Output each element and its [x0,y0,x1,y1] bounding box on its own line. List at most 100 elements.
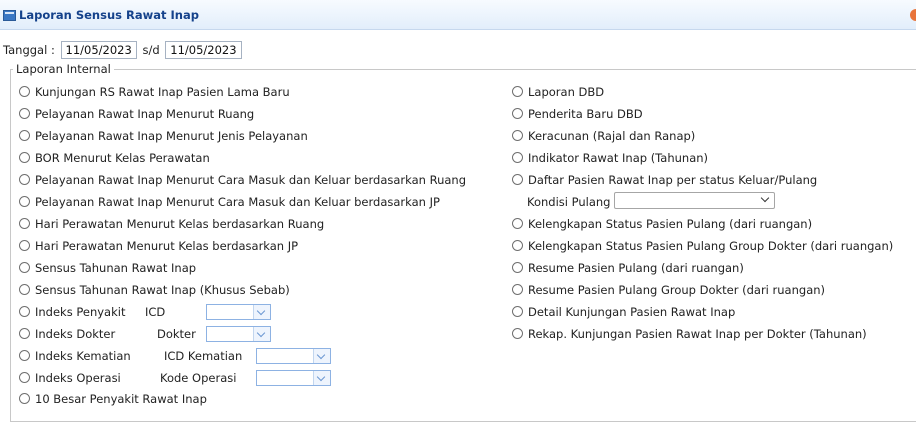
radio-button[interactable] [512,152,523,163]
kode-operasi-label: Kode Operasi [160,371,237,385]
report-label: Resume Pasien Pulang Group Dokter (dari … [528,283,826,297]
report-option[interactable]: Sensus Tahunan Rawat Inap (Khusus Sebab) [19,281,290,299]
radio-button[interactable] [19,152,30,163]
date-to-input[interactable]: 11/05/2023 [165,41,242,59]
report-option[interactable]: Pelayanan Rawat Inap Menurut Cara Masuk … [19,193,440,211]
report-label: Detail Kunjungan Pasien Rawat Inap [528,305,736,319]
report-option[interactable]: Rekap. Kunjungan Pasien Rawat Inap per D… [512,325,867,343]
report-label: Laporan DBD [528,85,605,99]
radio-button[interactable] [512,218,523,229]
indeks-kematian-option[interactable]: Indeks Kematian ICD Kematian [19,347,331,365]
radio-button[interactable] [19,306,30,317]
report-option[interactable]: Indikator Rawat Inap (Tahunan) [512,149,708,167]
report-label: Kunjungan RS Rawat Inap Pasien Lama Baru [35,85,290,99]
window-titlebar: Laporan Sensus Rawat Inap [0,0,916,30]
radio-button[interactable] [512,86,523,97]
indeks-dokter-option[interactable]: Indeks Dokter Dokter [19,325,271,343]
report-option[interactable]: Penderita Baru DBD [512,105,643,123]
date-filter-row: Tanggal : 11/05/2023 s/d 11/05/2023 [3,41,244,59]
report-option[interactable]: Resume Pasien Pulang (dari ruangan) [512,259,744,277]
report-option[interactable]: Hari Perawatan Menurut Kelas berdasarkan… [19,215,324,233]
chevron-down-icon [313,349,330,363]
radio-button[interactable] [19,328,30,339]
report-option[interactable]: Hari Perawatan Menurut Kelas berdasarkan… [19,237,298,255]
report-option[interactable]: 10 Besar Penyakit Rawat Inap [19,390,207,408]
kode-operasi-select[interactable] [256,370,331,386]
report-option[interactable]: Pelayanan Rawat Inap Menurut Cara Masuk … [19,171,466,189]
indeks-operasi-label: Indeks Operasi [35,371,121,385]
report-label: Keracunan (Rajal dan Ranap) [528,129,696,143]
radio-button[interactable] [19,284,30,295]
report-label: Kelengkapan Status Pasien Pulang (dari r… [528,217,813,231]
icd-select[interactable] [206,304,271,320]
report-label: Hari Perawatan Menurut Kelas berdasarkan… [35,217,325,231]
report-option[interactable]: Pelayanan Rawat Inap Menurut Ruang [19,105,254,123]
indeks-kematian-label: Indeks Kematian [35,349,131,363]
sd-label: s/d [142,43,160,57]
report-label: Kelengkapan Status Pasien Pulang Group D… [528,239,894,253]
radio-button[interactable] [512,262,523,273]
report-label: Hari Perawatan Menurut Kelas berdasarkan… [35,239,299,253]
radio-button[interactable] [19,240,30,251]
report-label: Indikator Rawat Inap (Tahunan) [528,151,709,165]
report-label: Resume Pasien Pulang (dari ruangan) [528,261,744,275]
radio-button[interactable] [512,130,523,141]
radio-button[interactable] [19,196,30,207]
indeks-operasi-option[interactable]: Indeks Operasi Kode Operasi [19,369,331,387]
window-title: Laporan Sensus Rawat Inap [19,8,199,22]
report-label: Pelayanan Rawat Inap Menurut Cara Masuk … [35,195,440,209]
radio-button[interactable] [19,372,30,383]
radio-button[interactable] [19,393,30,404]
radio-button[interactable] [512,108,523,119]
report-option[interactable]: Laporan DBD [512,83,604,101]
radio-button[interactable] [512,174,523,185]
report-label: Pelayanan Rawat Inap Menurut Jenis Pelay… [35,129,308,143]
chevron-down-icon [253,305,270,319]
report-option[interactable]: Sensus Tahunan Rawat Inap [19,259,196,277]
report-option[interactable]: Kunjungan RS Rawat Inap Pasien Lama Baru [19,83,290,101]
radio-button[interactable] [19,130,30,141]
dokter-select[interactable] [206,326,271,342]
report-option[interactable]: Detail Kunjungan Pasien Rawat Inap [512,303,735,321]
radio-button[interactable] [19,108,30,119]
kondisi-pulang-row: Kondisi Pulang [527,192,775,211]
close-icon[interactable] [910,9,916,21]
dokter-label: Dokter [157,327,196,341]
radio-button[interactable] [512,240,523,251]
group-legend: Laporan Internal [16,62,111,76]
icd-kematian-select[interactable] [256,348,331,364]
report-option[interactable]: BOR Menurut Kelas Perawatan [19,149,210,167]
report-label: Sensus Tahunan Rawat Inap (Khusus Sebab) [35,283,290,297]
chevron-down-icon [313,371,330,385]
radio-button[interactable] [512,284,523,295]
icd-label: ICD [145,305,166,319]
report-option[interactable]: Keracunan (Rajal dan Ranap) [512,127,695,145]
report-label: Penderita Baru DBD [528,107,643,121]
report-option[interactable]: Daftar Pasien Rawat Inap per status Kelu… [512,171,817,189]
radio-button[interactable] [19,350,30,361]
report-label: Daftar Pasien Rawat Inap per status Kelu… [528,173,818,187]
report-option[interactable]: Kelengkapan Status Pasien Pulang (dari r… [512,215,812,233]
report-label: BOR Menurut Kelas Perawatan [35,151,210,165]
radio-button[interactable] [19,262,30,273]
chevron-down-icon [760,193,770,203]
report-option[interactable]: Resume Pasien Pulang Group Dokter (dari … [512,281,825,299]
chevron-down-icon [253,327,270,341]
radio-button[interactable] [512,306,523,317]
report-label: Rekap. Kunjungan Pasien Rawat Inap per D… [528,327,867,341]
radio-button[interactable] [512,328,523,339]
date-from-input[interactable]: 11/05/2023 [60,41,137,59]
report-label: 10 Besar Penyakit Rawat Inap [35,392,207,406]
kondisi-pulang-label: Kondisi Pulang [527,195,611,209]
report-option[interactable]: Pelayanan Rawat Inap Menurut Jenis Pelay… [19,127,308,145]
kondisi-pulang-select[interactable] [614,192,775,209]
radio-button[interactable] [19,86,30,97]
report-label: Pelayanan Rawat Inap Menurut Ruang [35,107,255,121]
radio-button[interactable] [19,174,30,185]
radio-button[interactable] [19,218,30,229]
report-option[interactable]: Kelengkapan Status Pasien Pulang Group D… [512,237,893,255]
report-label: Sensus Tahunan Rawat Inap [35,261,197,275]
tanggal-label: Tanggal : [3,43,55,57]
indeks-penyakit-option[interactable]: Indeks Penyakit ICD [19,303,271,321]
window-icon [3,10,16,21]
